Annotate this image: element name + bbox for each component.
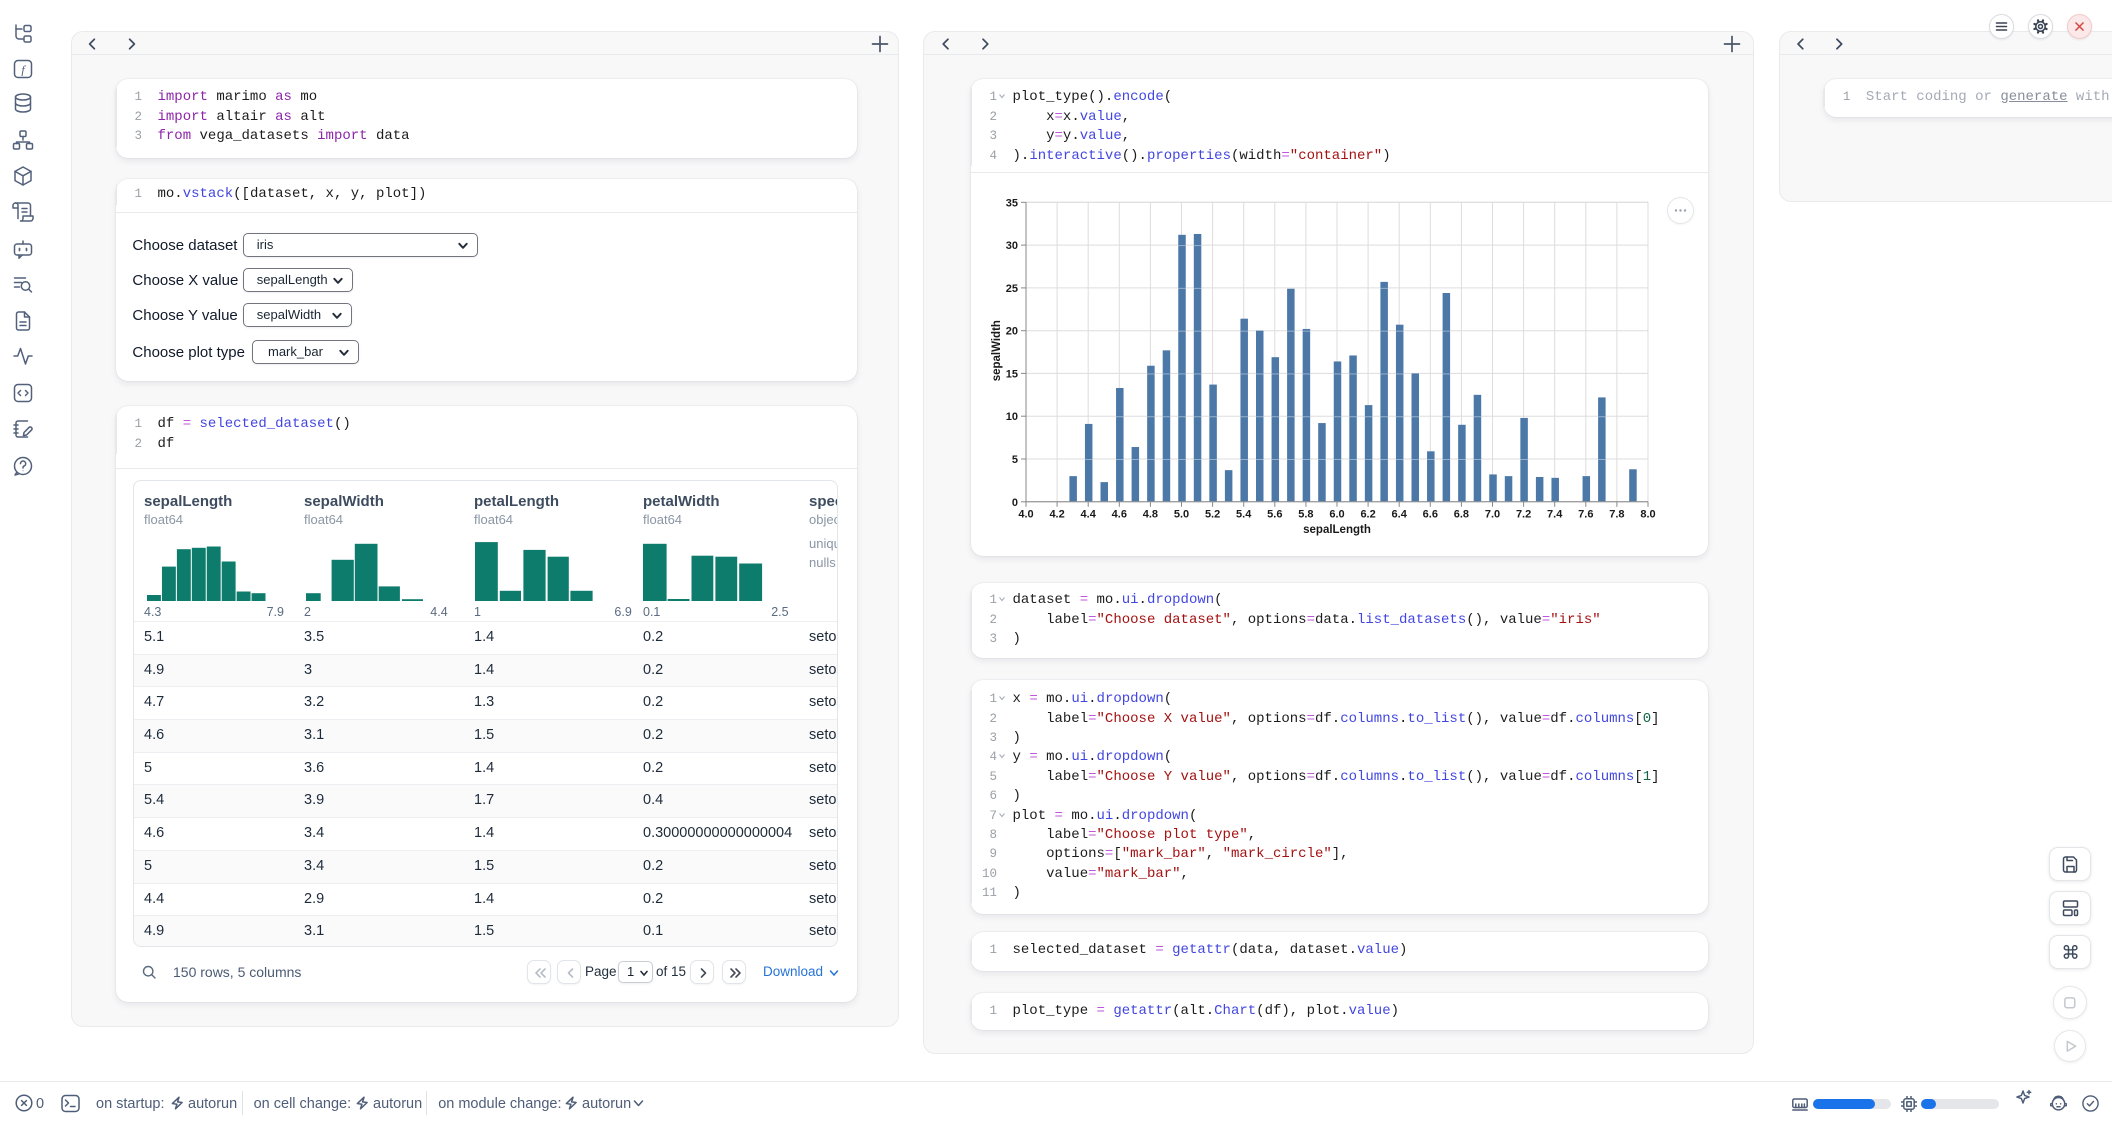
svg-text:7.2: 7.2 <box>1516 508 1531 520</box>
svg-text:4.4: 4.4 <box>1081 508 1097 520</box>
svg-text:35: 35 <box>1006 197 1018 209</box>
svg-text:7.6: 7.6 <box>1578 508 1593 520</box>
svg-text:7.8: 7.8 <box>1609 508 1624 520</box>
svg-text:f: f <box>21 63 26 77</box>
svg-text:6.2: 6.2 <box>1360 508 1375 520</box>
svg-text:4.2: 4.2 <box>1049 508 1064 520</box>
svg-text:5.6: 5.6 <box>1267 508 1282 520</box>
svg-text:7.0: 7.0 <box>1485 508 1500 520</box>
svg-text:5.0: 5.0 <box>1174 508 1189 520</box>
svg-text:6.6: 6.6 <box>1423 508 1438 520</box>
svg-text:25: 25 <box>1006 283 1018 295</box>
svg-text:sepalWidth: sepalWidth <box>991 320 1003 381</box>
svg-text:0: 0 <box>1012 497 1018 509</box>
svg-text:4.6: 4.6 <box>1112 508 1127 520</box>
svg-text:5.2: 5.2 <box>1205 508 1220 520</box>
svg-text:30: 30 <box>1006 240 1018 252</box>
svg-text:sepalLength: sepalLength <box>1303 524 1371 536</box>
svg-text:15: 15 <box>1006 368 1018 380</box>
svg-text:5.4: 5.4 <box>1236 508 1252 520</box>
svg-text:5.8: 5.8 <box>1298 508 1313 520</box>
svg-text:7.4: 7.4 <box>1547 508 1563 520</box>
svg-text:4.0: 4.0 <box>1018 508 1033 520</box>
svg-text:8.0: 8.0 <box>1640 508 1655 520</box>
svg-text:10: 10 <box>1006 411 1018 423</box>
svg-text:6.4: 6.4 <box>1392 508 1408 520</box>
svg-text:5: 5 <box>1012 454 1018 466</box>
svg-text:4.8: 4.8 <box>1143 508 1158 520</box>
svg-text:20: 20 <box>1006 326 1018 338</box>
svg-text:6.8: 6.8 <box>1454 508 1469 520</box>
svg-text:6.0: 6.0 <box>1329 508 1344 520</box>
